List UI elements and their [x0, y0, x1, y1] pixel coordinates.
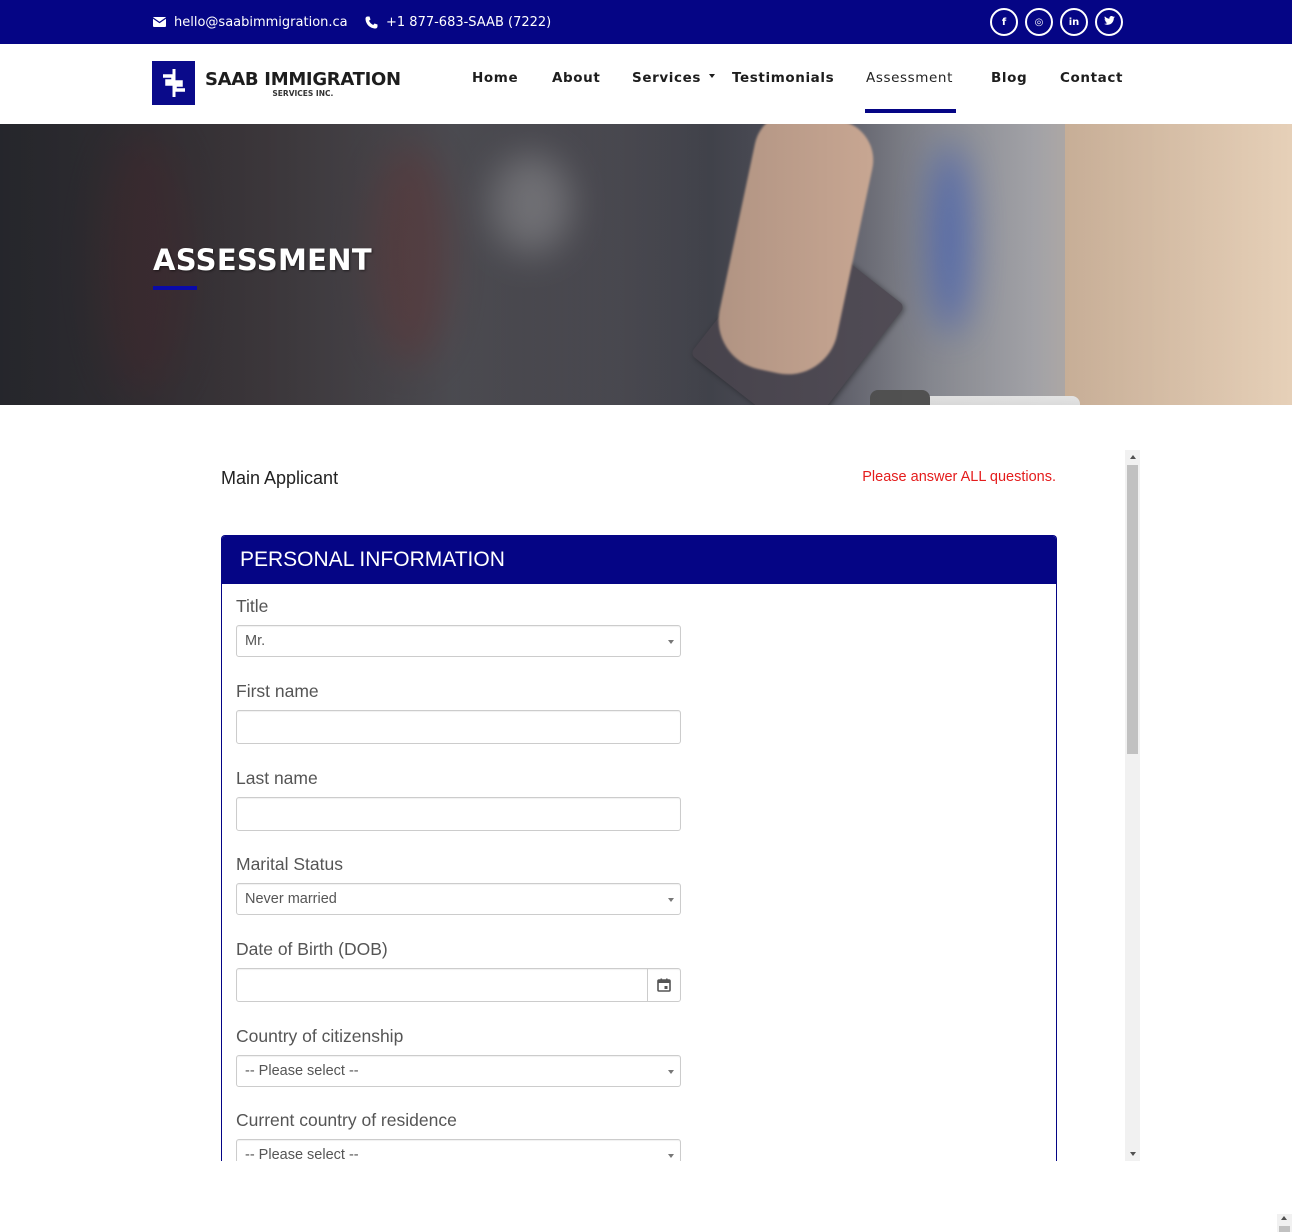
dropdown-arrow-icon — [668, 1154, 674, 1158]
instagram-link[interactable]: ◎ — [1025, 8, 1053, 36]
first-name-label: First name — [236, 681, 319, 701]
required-warning: Please answer ALL questions. — [862, 469, 1056, 485]
page-title: ASSESSMENT — [153, 243, 372, 277]
last-name-input[interactable] — [236, 797, 681, 831]
phone-icon — [364, 15, 378, 29]
social-links: f ◎ in — [990, 8, 1123, 36]
personal-information-card: PERSONAL INFORMATION Title Mr. First nam… — [221, 535, 1057, 1175]
citizenship-field: Country of citizenship -- Please select … — [236, 1026, 681, 1087]
first-name-input[interactable] — [236, 710, 681, 744]
envelope-icon — [152, 15, 166, 29]
linkedin-link[interactable]: in — [1060, 8, 1088, 36]
twitter-link[interactable] — [1095, 8, 1123, 36]
nav-menu: Home About Services Testimonials Assessm… — [0, 44, 1292, 124]
nav-item-assessment[interactable]: Assessment — [866, 70, 953, 86]
chevron-down-icon — [708, 74, 715, 78]
nav-item-about[interactable]: About — [552, 70, 600, 86]
section-label: Main Applicant — [221, 468, 339, 488]
phone-text: +1 877-683-SAAB (7222) — [386, 14, 552, 30]
scrollbar-thumb[interactable] — [1127, 465, 1138, 754]
citizenship-value: -- Please select -- — [245, 1063, 359, 1079]
iframe-bottom-edge — [0, 1161, 1292, 1232]
citizenship-label: Country of citizenship — [236, 1026, 404, 1046]
last-name-label: Last name — [236, 768, 318, 788]
facebook-icon: f — [1001, 16, 1007, 28]
title-underline — [153, 286, 197, 290]
nav-item-home[interactable]: Home — [472, 70, 518, 86]
marital-status-label: Marital Status — [236, 854, 343, 874]
marital-status-field: Marital Status Never married — [236, 854, 681, 915]
nav-item-services[interactable]: Services — [632, 70, 715, 86]
title-field: Title Mr. — [236, 596, 681, 657]
dob-field: Date of Birth (DOB) — [236, 939, 681, 1002]
page-scrollbar-thumb[interactable] — [1279, 1226, 1290, 1232]
linkedin-icon: in — [1068, 16, 1080, 28]
page-hero-banner: ASSESSMENT — [0, 124, 1292, 405]
card-title: PERSONAL INFORMATION — [222, 536, 1056, 584]
email-text: hello@saabimmigration.ca — [174, 14, 348, 30]
scroll-down-button[interactable] — [1125, 1147, 1140, 1161]
facebook-link[interactable]: f — [990, 8, 1018, 36]
arrow-down-icon — [1129, 1152, 1136, 1156]
marital-status-value: Never married — [245, 891, 337, 907]
top-contact-bar: hello@saabimmigration.ca +1 877-683-SAAB… — [0, 0, 1292, 44]
calendar-button[interactable] — [647, 969, 680, 1001]
citizenship-select[interactable]: -- Please select -- — [236, 1055, 681, 1087]
nav-item-blog[interactable]: Blog — [991, 70, 1027, 86]
nav-item-testimonials[interactable]: Testimonials — [732, 70, 834, 86]
dob-label: Date of Birth (DOB) — [236, 939, 388, 959]
dropdown-arrow-icon — [668, 1070, 674, 1074]
marital-status-select[interactable]: Never married — [236, 883, 681, 915]
residence-label: Current country of residence — [236, 1110, 457, 1130]
email-link[interactable]: hello@saabimmigration.ca — [152, 0, 348, 44]
arrow-up-icon — [1129, 455, 1136, 459]
dropdown-arrow-icon — [668, 898, 674, 902]
title-label: Title — [236, 596, 269, 616]
dob-input[interactable] — [236, 968, 681, 1002]
main-navbar: SAAB IMMIGRATION SERVICES INC. Home Abou… — [0, 44, 1292, 124]
active-nav-indicator — [865, 109, 956, 113]
dropdown-arrow-icon — [668, 640, 674, 644]
calendar-icon — [657, 978, 671, 992]
arrow-up-icon — [1281, 1216, 1287, 1220]
nav-item-contact[interactable]: Contact — [1060, 70, 1123, 86]
last-name-field: Last name — [236, 768, 681, 831]
phone-link[interactable]: +1 877-683-SAAB (7222) — [364, 0, 551, 44]
instagram-icon: ◎ — [1034, 16, 1044, 28]
nav-item-services-label: Services — [632, 70, 701, 86]
form-scrollbar[interactable] — [1125, 450, 1140, 1161]
twitter-icon — [1103, 16, 1115, 28]
title-select[interactable]: Mr. — [236, 625, 681, 657]
scroll-up-button[interactable] — [1125, 450, 1140, 464]
page-scrollbar[interactable] — [1277, 1214, 1292, 1232]
title-select-value: Mr. — [245, 633, 266, 649]
first-name-field: First name — [236, 681, 681, 744]
